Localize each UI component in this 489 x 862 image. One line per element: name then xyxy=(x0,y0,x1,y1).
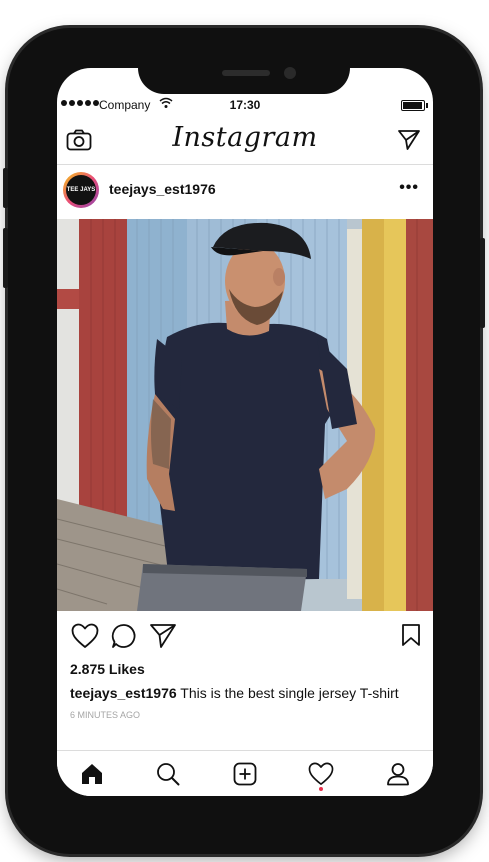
instagram-logo: Instagram xyxy=(172,122,318,153)
post-header: TEE JAYS teejays_est1976 ••• xyxy=(57,165,433,218)
avatar[interactable]: TEE JAYS xyxy=(63,172,99,208)
battery-level xyxy=(403,102,423,109)
speaker-icon xyxy=(222,70,270,76)
phone-notch xyxy=(138,52,350,94)
post-caption: teejays_est1976 This is the best single … xyxy=(70,685,399,701)
add-post-icon[interactable] xyxy=(233,762,257,786)
comment-icon[interactable] xyxy=(111,623,137,649)
phone-button xyxy=(3,168,8,208)
caption-username[interactable]: teejays_est1976 xyxy=(70,685,177,701)
caption-text: This is the best single jersey T-shirt xyxy=(176,685,399,701)
status-bar: Company 17:30 xyxy=(57,96,433,118)
direct-message-icon[interactable] xyxy=(397,129,421,151)
clock: 17:30 xyxy=(229,98,261,112)
profile-icon[interactable] xyxy=(386,762,410,786)
more-options-icon[interactable]: ••• xyxy=(399,179,419,197)
search-icon[interactable] xyxy=(156,762,180,786)
post-username[interactable]: teejays_est1976 xyxy=(109,181,216,197)
post-photo[interactable] xyxy=(57,219,433,611)
phone-button xyxy=(3,228,8,288)
post-actions xyxy=(57,611,433,663)
photo-illustration xyxy=(57,219,433,611)
home-icon[interactable] xyxy=(80,762,104,786)
post-timestamp: 6 MINUTES AGO xyxy=(70,710,141,720)
bottom-tab-bar xyxy=(57,750,433,796)
like-count[interactable]: 2.875 Likes xyxy=(70,661,145,677)
phone-button xyxy=(480,238,485,328)
front-camera-icon xyxy=(284,67,296,79)
app-screen: Company 17:30 Instagram TEE JAYS teejays… xyxy=(57,68,433,796)
bookmark-icon[interactable] xyxy=(401,623,421,647)
app-header: Instagram xyxy=(57,118,433,165)
heart-icon[interactable] xyxy=(71,623,99,649)
notification-dot xyxy=(319,787,323,791)
battery-icon xyxy=(401,100,428,111)
share-icon[interactable] xyxy=(149,623,177,649)
avatar-logo: TEE JAYS xyxy=(66,175,96,205)
activity-heart-icon[interactable] xyxy=(308,762,334,786)
